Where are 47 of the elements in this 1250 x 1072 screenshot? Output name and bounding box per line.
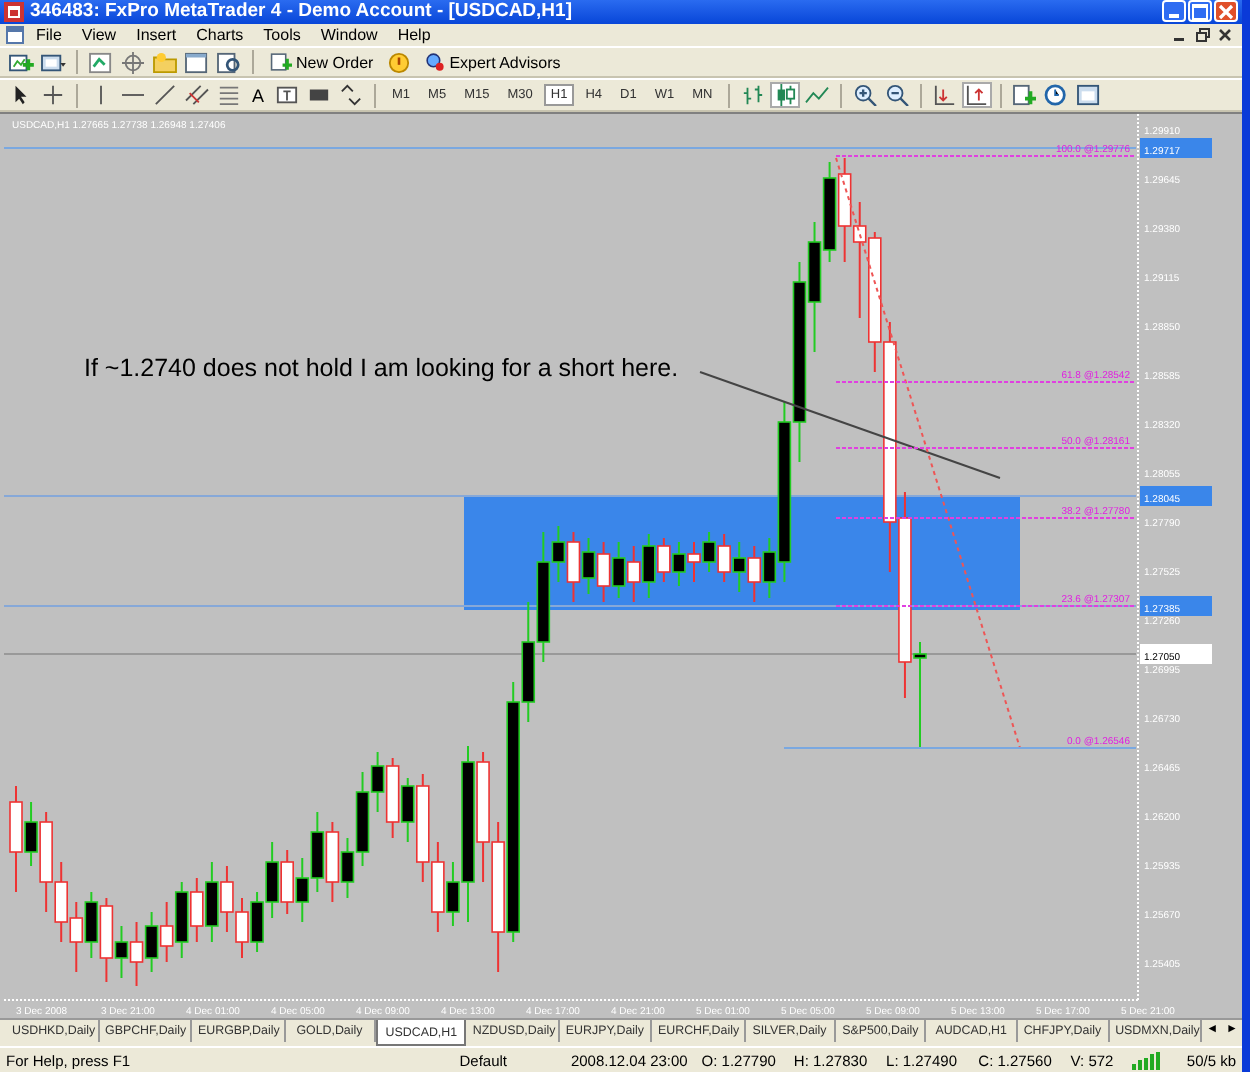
line-chart-icon[interactable] <box>804 84 831 107</box>
close-icon <box>1218 3 1234 20</box>
menu-item[interactable]: Window <box>312 25 386 44</box>
indicators-icon[interactable] <box>1012 84 1039 107</box>
menu-item[interactable]: View <box>73 25 125 44</box>
alert-icon[interactable] <box>385 51 412 74</box>
zoom-in-icon[interactable] <box>852 84 879 107</box>
maximize-icon <box>1192 3 1208 20</box>
chart-shift-icon[interactable] <box>964 84 991 107</box>
minimize-button[interactable] <box>1162 0 1186 23</box>
close-button[interactable] <box>1214 0 1238 23</box>
connection-bars-icon <box>1132 1051 1163 1070</box>
autoscroll-icon[interactable] <box>932 84 959 107</box>
window-title: 346483: FxPro MetaTrader 4 - Demo Account - [USDCAD,H1] <box>30 0 574 23</box>
candlestick-icon[interactable] <box>772 84 799 107</box>
order-icon <box>270 52 292 73</box>
crosshair-target-icon[interactable] <box>120 51 146 74</box>
menu-item[interactable]: Tools <box>255 25 309 44</box>
chart-annotation: If ~1.2740 does not hold I am looking for a short here. <box>84 354 679 383</box>
menu-item[interactable]: Help <box>389 25 439 44</box>
profiles-icon[interactable] <box>40 51 66 74</box>
menu-item[interactable]: Charts <box>188 25 252 44</box>
window-icon[interactable] <box>184 51 210 74</box>
text-tool[interactable]: A <box>248 85 269 106</box>
fibonacci-icon[interactable] <box>216 84 242 107</box>
templates-icon[interactable] <box>1076 84 1103 107</box>
crosshair-icon[interactable] <box>40 84 66 107</box>
bar-chart-icon[interactable] <box>740 84 767 107</box>
close-icon[interactable] <box>1218 27 1232 42</box>
zoom-out-icon[interactable] <box>884 84 911 107</box>
app-icon <box>4 1 24 22</box>
folder-star-icon[interactable] <box>152 51 178 74</box>
clock-icon[interactable] <box>1044 84 1071 107</box>
arrows-icon[interactable] <box>338 84 365 107</box>
market-watch-icon[interactable] <box>88 51 114 74</box>
trendline-icon[interactable] <box>152 84 178 107</box>
channel-icon[interactable] <box>184 84 210 107</box>
new-order-button[interactable]: New Order <box>264 52 380 73</box>
new-chart-icon[interactable] <box>8 51 34 74</box>
menu-item[interactable]: File <box>28 25 70 44</box>
text-label-icon[interactable] <box>274 84 301 107</box>
menu-item[interactable]: Insert <box>128 25 185 44</box>
restore-icon[interactable] <box>1196 27 1210 42</box>
expert-advisors-button[interactable]: Expert Advisors <box>417 52 567 73</box>
maximize-button[interactable] <box>1188 0 1212 23</box>
tester-icon[interactable] <box>216 51 242 74</box>
advisor-icon <box>423 52 446 73</box>
